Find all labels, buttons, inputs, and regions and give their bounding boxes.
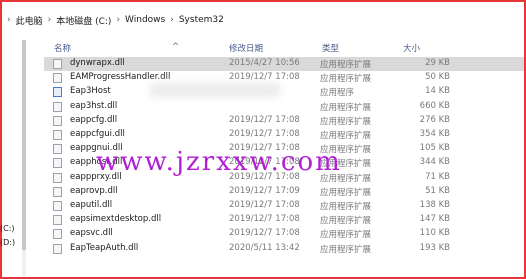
column-header-type[interactable]: 类型 bbox=[322, 42, 339, 54]
chevron-right-icon: › bbox=[7, 15, 11, 25]
dll-file-icon bbox=[53, 130, 62, 140]
file-size: 105 KB bbox=[419, 143, 450, 154]
file-type: 应用程序 bbox=[320, 88, 355, 99]
breadcrumb-local-disk[interactable]: 本地磁盘 (C:) bbox=[54, 11, 113, 29]
file-type: 应用程序扩展 bbox=[320, 60, 372, 70]
file-size: 51 KB bbox=[425, 185, 450, 196]
file-size: 660 KB bbox=[419, 100, 450, 111]
file-date: 2019/12/7 17:09 bbox=[229, 185, 300, 196]
file-type: 应用程序扩展 bbox=[320, 216, 372, 227]
file-name: eap3hst.dll bbox=[70, 100, 118, 111]
file-size: 14 KB bbox=[425, 86, 450, 97]
address-bar[interactable]: › 此电脑 › 本地磁盘 (C:) › Windows › System32 bbox=[4, 8, 520, 32]
dll-file-icon bbox=[53, 215, 62, 226]
scrollbar-thumb[interactable] bbox=[22, 40, 26, 250]
dll-file-icon bbox=[53, 229, 62, 240]
dll-file-icon bbox=[53, 115, 62, 126]
file-row[interactable]: EapTeapAuth.dll 2020/5/11 13:42 应用程序扩展 193 … bbox=[44, 242, 524, 256]
dll-file-icon bbox=[53, 144, 62, 155]
file-size: 354 KB bbox=[419, 129, 450, 139]
file-type: 应用程序扩展 bbox=[320, 202, 372, 212]
watermark-text: www.jzrxxw.com bbox=[96, 147, 342, 177]
file-size: 193 KB bbox=[419, 242, 450, 253]
breadcrumb-system32[interactable]: System32 bbox=[177, 11, 226, 29]
file-date: 2019/12/7 17:08 bbox=[229, 228, 300, 239]
file-type: 应用程序扩展 bbox=[320, 102, 372, 113]
file-date: 2019/12/7 17:08 bbox=[229, 214, 300, 225]
file-name: eappcfgui.dll bbox=[70, 129, 125, 139]
application-icon bbox=[53, 87, 62, 98]
file-name: eaputil.dll bbox=[70, 200, 113, 210]
chevron-right-icon[interactable]: › bbox=[113, 15, 123, 25]
file-name: eapsimextdesktop.dll bbox=[70, 214, 162, 225]
file-name: eapsvc.dll bbox=[70, 228, 113, 239]
file-name: eappcfg.dll bbox=[70, 114, 118, 125]
file-size: 110 KB bbox=[419, 228, 450, 239]
file-size: 29 KB bbox=[425, 58, 450, 68]
file-row[interactable]: eapsvc.dll 2019/12/7 17:08 应用程序扩展 110 KB bbox=[44, 227, 524, 241]
file-size: 344 KB bbox=[419, 157, 450, 168]
file-size: 138 KB bbox=[419, 200, 450, 210]
file-row[interactable]: eapsimextdesktop.dll 2019/12/7 17:08 应用程序扩… bbox=[44, 213, 524, 227]
dll-file-icon bbox=[53, 73, 62, 84]
file-date: 2015/4/27 10:56 bbox=[229, 58, 300, 68]
file-size: 276 KB bbox=[419, 114, 450, 125]
file-row[interactable]: eappcfgui.dll 2019/12/7 17:08 应用程序扩展 354 KB bbox=[44, 128, 524, 142]
file-name: eaprovp.dll bbox=[70, 185, 118, 196]
file-date: 2019/12/7 17:08 bbox=[229, 200, 300, 210]
file-type: 应用程序扩展 bbox=[320, 230, 372, 241]
column-header-size[interactable]: 大小 bbox=[403, 42, 420, 54]
breadcrumb-windows[interactable]: Windows bbox=[123, 11, 167, 29]
navigation-pane: (C:) (D:) bbox=[0, 34, 18, 274]
column-header-name[interactable]: 名称 bbox=[54, 42, 71, 54]
file-date: 2019/12/7 17:08 bbox=[229, 72, 300, 83]
file-row[interactable]: eaputil.dll 2019/12/7 17:08 应用程序扩展 138 KB bbox=[44, 199, 524, 213]
file-date: 2019/12/7 17:08 bbox=[229, 129, 300, 139]
file-row[interactable]: eappcfg.dll 2019/12/7 17:08 应用程序扩展 276 KB bbox=[44, 114, 524, 128]
file-row[interactable]: Eap3Host 应用程序 14 KB bbox=[44, 85, 524, 99]
file-row[interactable]: dynwrapx.dll 2015/4/27 10:56 应用程序扩展 29 KB bbox=[44, 57, 524, 71]
file-name: EAMProgressHandler.dll bbox=[70, 72, 171, 83]
dll-file-icon bbox=[53, 201, 62, 211]
sort-ascending-icon: ^ bbox=[172, 42, 180, 52]
file-type: 应用程序扩展 bbox=[320, 244, 372, 255]
dll-file-icon bbox=[53, 158, 62, 169]
chevron-right-icon[interactable]: › bbox=[45, 15, 55, 25]
breadcrumb-this-pc[interactable]: 此电脑 bbox=[14, 11, 45, 29]
file-size: 50 KB bbox=[425, 72, 450, 83]
file-name: dynwrapx.dll bbox=[70, 58, 125, 68]
file-date: 2020/5/11 13:42 bbox=[229, 242, 300, 253]
chevron-right-icon[interactable]: › bbox=[167, 15, 177, 25]
file-row[interactable]: EAMProgressHandler.dll 2019/12/7 17:08 应用程… bbox=[44, 71, 524, 85]
sidebar-item-c-drive[interactable]: (C:) bbox=[0, 224, 15, 233]
navigation-scrollbar[interactable] bbox=[22, 40, 26, 276]
redaction-blur bbox=[150, 83, 280, 97]
column-header-date[interactable]: 修改日期 bbox=[229, 42, 263, 54]
file-type: 应用程序扩展 bbox=[320, 116, 372, 127]
file-type: 应用程序扩展 bbox=[320, 131, 372, 141]
dll-file-icon bbox=[53, 101, 62, 112]
dll-file-icon bbox=[53, 186, 62, 197]
sidebar-item-d-drive[interactable]: (D:) bbox=[0, 238, 15, 247]
column-header-row: ^ 名称 修改日期 类型 大小 bbox=[44, 40, 524, 56]
file-size: 147 KB bbox=[419, 214, 450, 225]
dll-file-icon bbox=[53, 243, 62, 254]
file-date: 2019/12/7 17:08 bbox=[229, 114, 300, 125]
file-type: 应用程序扩展 bbox=[320, 187, 372, 198]
file-name: EapTeapAuth.dll bbox=[70, 242, 139, 253]
file-name: Eap3Host bbox=[70, 86, 111, 97]
file-size: 71 KB bbox=[425, 171, 450, 182]
dll-file-icon bbox=[53, 172, 62, 183]
file-row[interactable]: eaprovp.dll 2019/12/7 17:09 应用程序扩展 51 KB bbox=[44, 185, 524, 199]
file-type: 应用程序扩展 bbox=[320, 74, 372, 85]
file-row[interactable]: eap3hst.dll 应用程序扩展 660 KB bbox=[44, 100, 524, 114]
dll-file-icon bbox=[53, 59, 62, 69]
